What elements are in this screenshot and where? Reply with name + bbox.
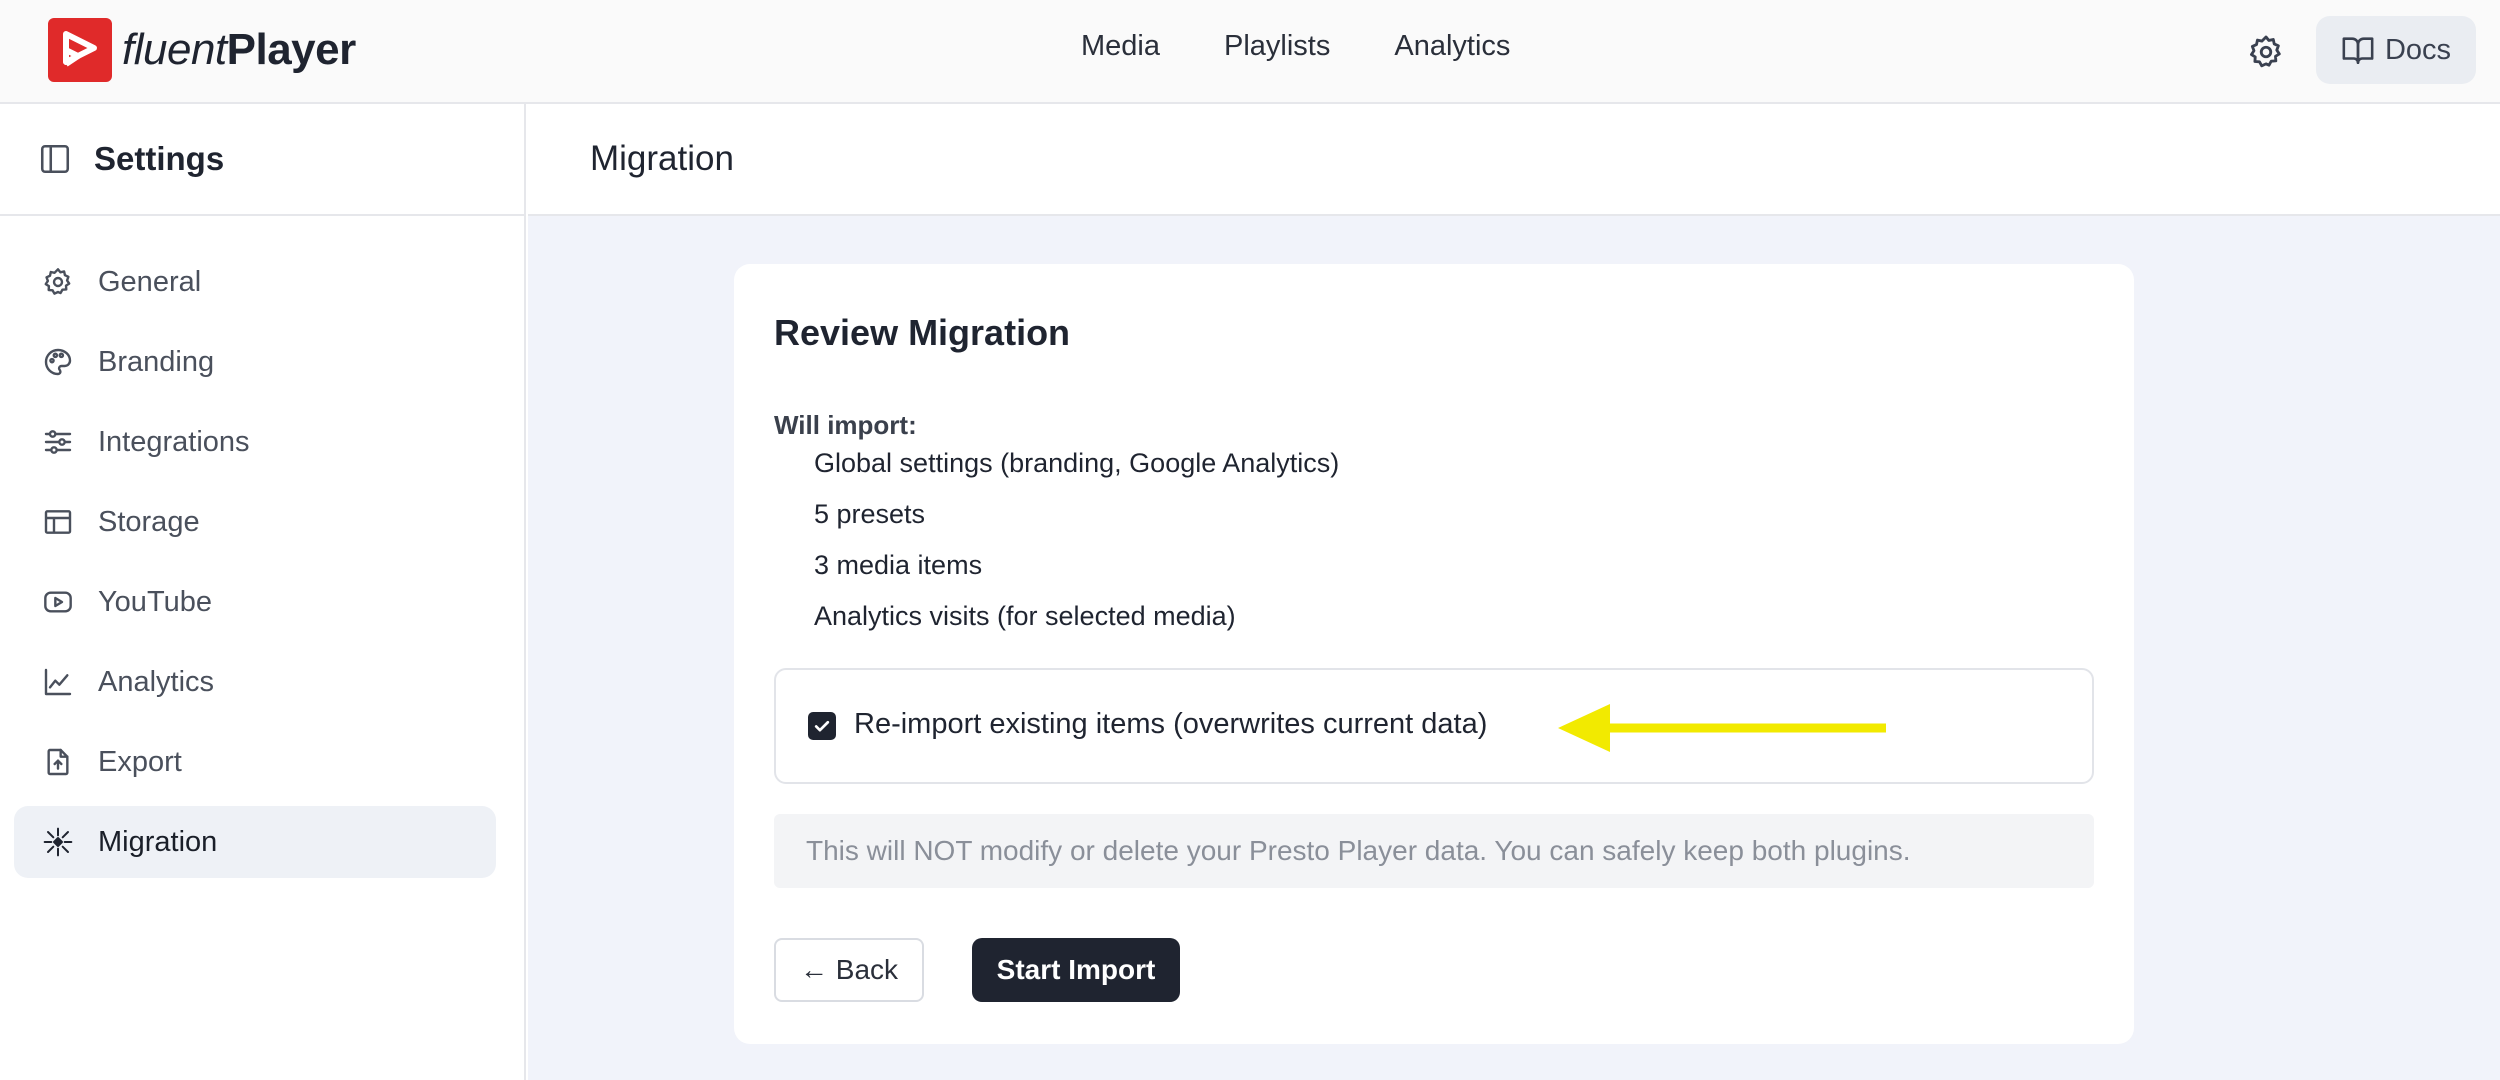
sidebar-item-analytics[interactable]: Analytics	[14, 646, 496, 718]
sidebar-item-label: Export	[98, 745, 182, 778]
sidebar-item-label: YouTube	[98, 585, 212, 618]
notice-message: This will NOT modify or delete your Pres…	[774, 814, 2094, 888]
sidebar-item-general[interactable]: General	[14, 246, 496, 318]
import-item: Global settings (branding, Google Analyt…	[814, 448, 1340, 478]
sidebar-nav: General Branding Integrations Storage Yo	[0, 216, 524, 878]
import-item: 5 presets	[814, 499, 926, 529]
docs-label: Docs	[2384, 33, 2452, 66]
export-icon	[40, 744, 76, 780]
logo-icon	[48, 18, 112, 82]
nav-analytics[interactable]: Analytics	[1394, 30, 1510, 63]
sidebar-item-label: Integrations	[98, 425, 250, 458]
import-item: 3 media items	[814, 550, 983, 580]
sidebar-item-label: Storage	[98, 505, 200, 538]
youtube-icon	[40, 584, 76, 620]
top-bar: fluentPlayer Media Playlists Analytics D…	[0, 0, 2500, 104]
import-label: Will import:	[774, 410, 917, 440]
check-icon	[814, 720, 830, 732]
import-list: Global settings (branding, Google Analyt…	[814, 448, 1339, 652]
main-content: Migration Review Migration Will import: …	[528, 104, 2500, 1080]
layout-icon	[40, 504, 76, 540]
top-nav: Media Playlists Analytics	[1081, 30, 1510, 63]
sidebar-item-label: Analytics	[98, 665, 215, 698]
reimport-checkbox[interactable]	[808, 712, 836, 740]
sidebar-item-storage[interactable]: Storage	[14, 486, 496, 558]
sidebar-item-label: General	[98, 265, 202, 298]
nav-media[interactable]: Media	[1081, 30, 1160, 63]
sliders-icon	[40, 424, 76, 460]
start-import-button[interactable]: Start Import	[972, 938, 1180, 1002]
book-icon	[2342, 37, 2374, 65]
reimport-option: Re-import existing items (overwrites cur…	[774, 668, 2094, 784]
main-header: Migration	[528, 104, 2500, 216]
gear-icon	[2250, 35, 2281, 68]
chart-icon	[40, 664, 76, 700]
sidebar-title: Settings	[94, 140, 225, 177]
sidebar: Settings General Branding Integrations S…	[0, 104, 526, 1080]
sidebar-item-export[interactable]: Export	[14, 726, 496, 798]
page-title: Migration	[590, 139, 734, 178]
card-title: Review Migration	[774, 312, 1071, 353]
sidebar-item-youtube[interactable]: YouTube	[14, 566, 496, 638]
docs-button[interactable]: Docs	[2316, 16, 2476, 84]
review-migration-card: Review Migration Will import: Global set…	[734, 264, 2134, 1044]
import-item: Analytics visits (for selected media)	[814, 601, 1236, 631]
sidebar-item-branding[interactable]: Branding	[14, 326, 496, 398]
settings-button[interactable]	[2240, 26, 2292, 78]
gear-icon	[40, 264, 76, 300]
annotation-arrow-icon	[1558, 704, 1886, 752]
palette-icon	[40, 344, 76, 380]
sidebar-item-label: Migration	[98, 825, 218, 858]
nav-playlists[interactable]: Playlists	[1224, 30, 1330, 63]
brand-name-light: fluent	[122, 25, 227, 74]
back-button[interactable]: ← Back	[774, 938, 924, 1002]
brand[interactable]: fluentPlayer	[48, 18, 356, 82]
sidebar-item-migration[interactable]: Migration	[14, 806, 496, 878]
sidebar-header: Settings	[0, 104, 524, 216]
sidebar-item-integrations[interactable]: Integrations	[14, 406, 496, 478]
reimport-label[interactable]: Re-import existing items (overwrites cur…	[854, 708, 1487, 741]
brand-name-bold: Player	[226, 25, 357, 74]
sidebar-toggle-icon[interactable]	[38, 142, 72, 176]
sidebar-item-label: Branding	[98, 345, 215, 378]
brand-name: fluentPlayer	[122, 25, 356, 75]
migration-icon	[40, 824, 76, 860]
